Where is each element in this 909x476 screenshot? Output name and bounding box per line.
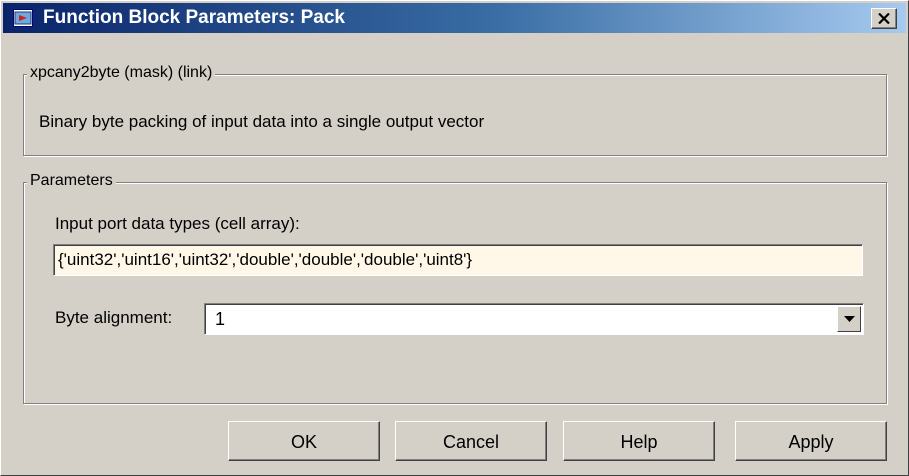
input-port-label: Input port data types (cell array):	[55, 214, 300, 233]
close-button[interactable]	[871, 8, 897, 29]
window-title: Function Block Parameters: Pack	[43, 7, 345, 28]
ok-button[interactable]: OK	[228, 421, 380, 461]
help-button[interactable]: Help	[563, 421, 715, 461]
dialog-window: Function Block Parameters: Pack xpcany2b…	[0, 0, 909, 476]
byte-alignment-dropdown[interactable]: 1	[204, 303, 864, 335]
byte-alignment-value: 1	[215, 309, 226, 329]
block-description: Binary byte packing of input data into a…	[39, 112, 485, 131]
parameters-group-title: Parameters	[27, 172, 116, 190]
input-port-data-types-field[interactable]: {'uint32','uint16','uint32','double','do…	[53, 244, 863, 276]
cancel-button[interactable]: Cancel	[395, 421, 547, 461]
title-bar[interactable]: Function Block Parameters: Pack	[3, 3, 906, 33]
byte-alignment-label: Byte alignment:	[55, 308, 173, 327]
dropdown-arrow-button[interactable]	[837, 306, 861, 332]
description-group-title: xpcany2byte (mask) (link)	[27, 64, 216, 82]
simulink-block-icon[interactable]	[13, 9, 33, 27]
apply-button[interactable]: Apply	[735, 421, 887, 461]
